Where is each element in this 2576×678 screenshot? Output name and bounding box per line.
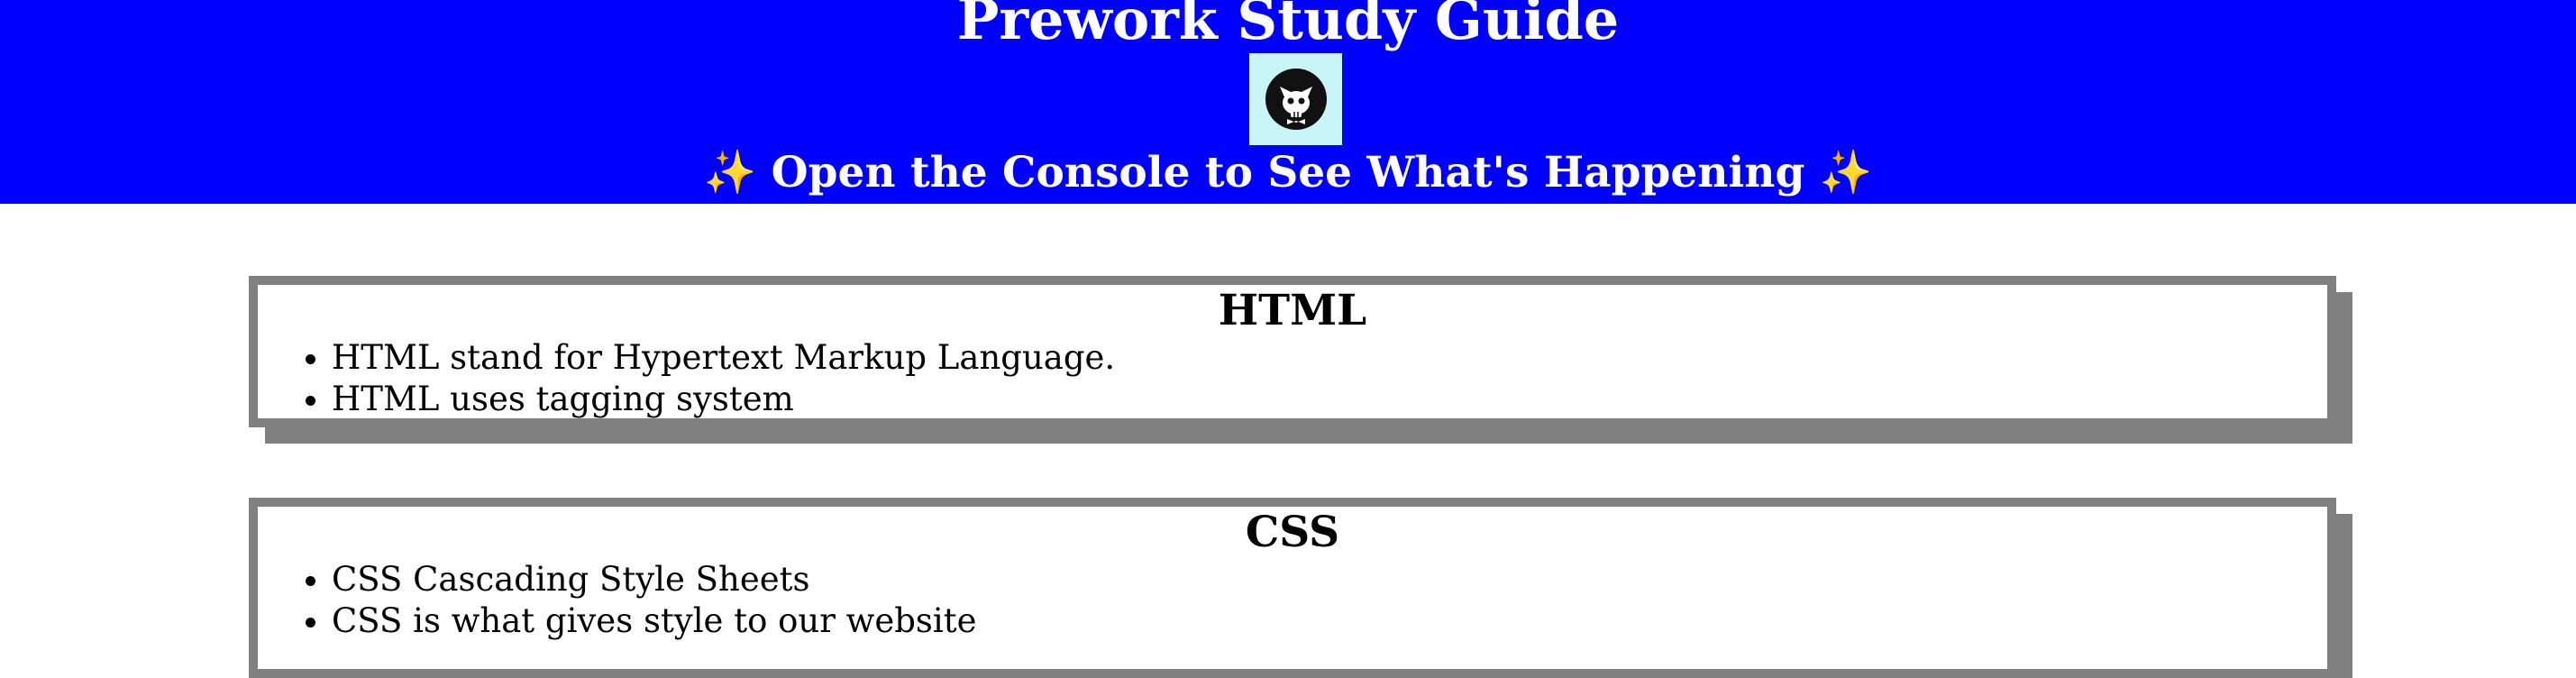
list-item: HTML uses tagging system — [332, 379, 2327, 420]
list-item: HTML stand for Hypertext Markup Language… — [332, 337, 2327, 379]
section-list: HTML stand for Hypertext Markup Language… — [258, 337, 2327, 420]
section-css: CSS CSS Cascading Style Sheets CSS is wh… — [249, 498, 2336, 678]
list-item: CSS Cascading Style Sheets — [332, 559, 2327, 600]
page-subtitle: ✨ Open the Console to See What's Happeni… — [0, 146, 2576, 200]
sparkle-icon: ✨ — [1819, 148, 1873, 197]
cat-skull-logo-icon — [1265, 69, 1327, 130]
page-header: Prework Study Guide ✨ Open the Console t… — [0, 0, 2576, 204]
section-title: HTML — [1218, 286, 1367, 335]
list-item: CSS is what gives style to our website — [332, 600, 2327, 642]
section-list: CSS Cascading Style Sheets CSS is what g… — [258, 559, 2327, 642]
subtitle-text: Open the Console to See What's Happening — [771, 148, 1805, 197]
section-title: CSS — [1245, 508, 1340, 557]
page-title: Prework Study Guide — [956, 0, 1620, 52]
logo — [1249, 53, 1342, 145]
sparkle-icon: ✨ — [703, 148, 757, 197]
section-html: HTML HTML stand for Hypertext Markup Lan… — [249, 276, 2336, 427]
